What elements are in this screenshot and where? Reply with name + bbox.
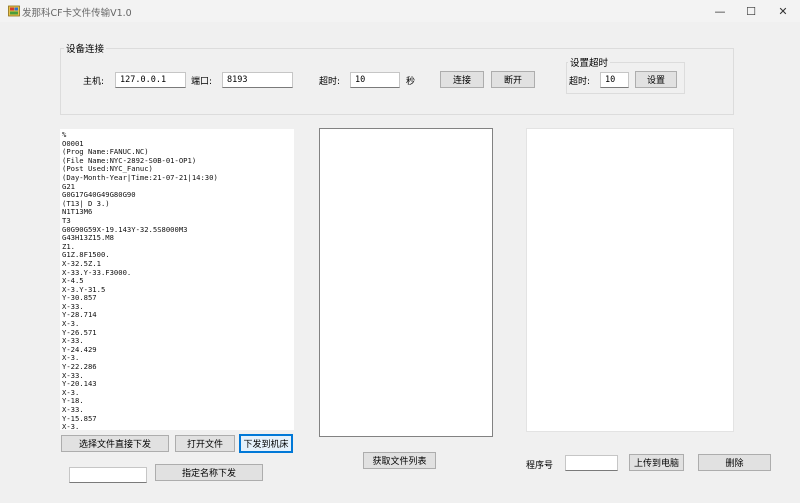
get-file-list-button[interactable]: 获取文件列表 bbox=[363, 452, 436, 469]
window-title: 发那科CF卡文件传输V1.0 bbox=[22, 8, 132, 19]
set-timeout-input[interactable]: 10 bbox=[600, 72, 629, 88]
connect-button[interactable]: 连接 bbox=[440, 71, 484, 88]
send-to-machine-button[interactable]: 下发到机床 bbox=[239, 434, 293, 453]
code-line: X-3. bbox=[62, 387, 80, 397]
program-number-label: 程序号 bbox=[526, 461, 554, 471]
code-line: Y-15.857 bbox=[62, 413, 97, 423]
set-timeout-button[interactable]: 设置 bbox=[635, 71, 677, 88]
code-line: % bbox=[62, 130, 67, 139]
code-line: X-3. bbox=[62, 422, 80, 430]
code-line: Y-24.429 bbox=[62, 344, 97, 354]
code-line: Y-26.571 bbox=[62, 327, 97, 337]
delete-button[interactable]: 删除 bbox=[698, 454, 771, 471]
port-input[interactable]: 8193 bbox=[222, 72, 293, 88]
port-label: 端口: bbox=[191, 77, 213, 87]
upload-to-pc-button[interactable]: 上传到电脑 bbox=[629, 454, 684, 471]
program-info-panel[interactable] bbox=[526, 128, 734, 432]
code-line: Y-18. bbox=[62, 396, 84, 406]
code-line: Y-20.143 bbox=[62, 379, 97, 389]
host-input[interactable]: 127.0.0.1 bbox=[115, 72, 186, 88]
code-line: (Day-Month-Year|Time:21-07-21|14:30) bbox=[62, 172, 218, 182]
timeout-input[interactable]: 10 bbox=[350, 72, 400, 88]
select-file-send-button[interactable]: 选择文件直接下发 bbox=[61, 435, 169, 452]
set-timeout-label: 超时: bbox=[569, 77, 591, 87]
code-line: Y-30.857 bbox=[62, 293, 97, 303]
code-line: G43H13Z15.M8 bbox=[62, 233, 114, 243]
program-number-input[interactable] bbox=[565, 455, 618, 471]
named-send-button[interactable]: 指定名称下发 bbox=[155, 464, 263, 481]
open-file-button[interactable]: 打开文件 bbox=[175, 435, 235, 452]
code-line: X-33.Y-33.F3000. bbox=[62, 267, 132, 277]
code-line: (T13| D 3.) bbox=[62, 198, 110, 208]
code-line: Y-28.714 bbox=[62, 310, 97, 320]
timeout-unit-label: 秒 bbox=[406, 77, 416, 87]
code-line: Y-22.286 bbox=[62, 362, 97, 372]
timeout-label: 超时: bbox=[319, 77, 341, 87]
title-bar: 发那科CF卡文件传输V1.0 — ☐ ✕ bbox=[0, 0, 800, 22]
timeout-settings-title: 设置超时 bbox=[568, 55, 611, 69]
device-connection-title: 设备连接 bbox=[64, 41, 107, 55]
close-button[interactable]: ✕ bbox=[760, 0, 800, 22]
host-label: 主机: bbox=[83, 77, 105, 87]
remote-file-list[interactable] bbox=[319, 128, 493, 437]
nc-code-text: % O0001 (Prog Name:FANUC.NC) (File Name:NYC… bbox=[60, 129, 294, 430]
disconnect-button[interactable]: 断开 bbox=[491, 71, 535, 88]
target-name-input[interactable] bbox=[69, 467, 147, 483]
app-icon bbox=[8, 5, 20, 17]
nc-code-textbox[interactable]: % O0001 (Prog Name:FANUC.NC) (File Name:NYC… bbox=[60, 129, 294, 430]
code-line: N1T13M6 bbox=[62, 207, 93, 217]
